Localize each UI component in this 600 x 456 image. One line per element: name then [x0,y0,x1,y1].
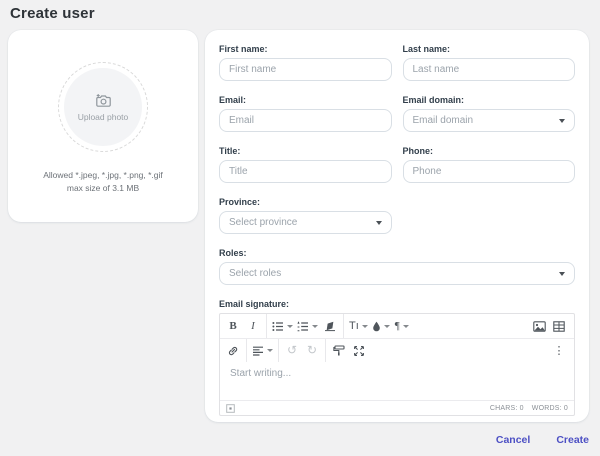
chevron-down-icon [312,325,318,328]
roles-select[interactable]: Select roles [219,262,575,285]
numbered-list-button[interactable] [295,316,320,336]
first-name-field-group: First name: [219,44,392,81]
resize-handle-icon[interactable] [226,404,235,413]
email-signature-field-group: Email signature: B I [219,299,575,416]
chevron-down-icon [362,325,368,328]
chevron-down-icon [559,272,565,276]
align-left-button[interactable] [250,341,275,361]
roles-label: Roles: [219,248,575,258]
insert-image-button[interactable] [529,316,549,336]
insert-table-button[interactable] [549,316,569,336]
email-domain-field-group: Email domain: Email domain [403,95,576,132]
create-user-form-card: First name: Last name: Email: Email doma… [205,30,589,422]
upload-hint-formats: Allowed *.jpeg, *.jpg, *.png, *.gif [8,169,198,182]
chevron-down-icon [376,221,382,225]
last-name-label: Last name: [403,44,576,54]
upload-photo-inner[interactable]: Upload photo [64,68,142,146]
editor-content-area[interactable]: Start writing... [220,362,574,400]
undo-button[interactable]: ↺ [282,341,302,361]
email-signature-editor: B I [219,313,575,416]
toolbar-group-text-style: B I [220,314,267,338]
email-domain-label: Email domain: [403,95,576,105]
first-name-label: First name: [219,44,392,54]
font-size-glyph: Tı [349,320,359,332]
province-placeholder: Select province [229,217,297,228]
italic-button[interactable]: I [243,316,263,336]
roles-field-group: Roles: Select roles [219,248,575,285]
email-domain-placeholder: Email domain [413,115,474,126]
title-label: Title: [219,146,392,156]
paragraph-icon: ¶ [395,320,400,332]
upload-hint: Allowed *.jpeg, *.jpg, *.png, *.gif max … [8,169,198,195]
format-painter-icon-button[interactable] [329,341,349,361]
upload-photo-card: Upload photo Allowed *.jpeg, *.jpg, *.pn… [8,30,198,222]
email-label: Email: [219,95,392,105]
last-name-input[interactable] [403,58,576,81]
toolbar-group-format: Tı ¶ [344,314,415,338]
last-name-field-group: Last name: [403,44,576,81]
paragraph-format-button[interactable]: ¶ [392,316,412,336]
toolbar-group-lists [267,314,344,338]
create-button[interactable]: Create [556,434,589,446]
char-count: CHARS: 0 [490,405,524,412]
chevron-down-icon [267,349,273,352]
font-size-button[interactable]: Tı [347,316,370,336]
cancel-button[interactable]: Cancel [496,434,530,446]
chevron-down-icon [287,325,293,328]
phone-field-group: Phone: [403,146,576,183]
redo-button[interactable]: ↻ [302,341,322,361]
chevron-down-icon [403,325,409,328]
toolbar-group-more: ⋮ [546,339,574,362]
word-count: WORDS: 0 [532,405,568,412]
upload-photo-label: Upload photo [78,112,129,122]
chevron-down-icon [559,119,565,123]
more-options-button[interactable]: ⋮ [549,341,569,361]
toolbar-group-tools [326,339,372,362]
email-domain-select[interactable]: Email domain [403,109,576,132]
title-field-group: Title: [219,146,392,183]
text-color-button[interactable] [370,316,392,336]
toolbar-group-link [220,339,247,362]
province-label: Province: [219,197,392,207]
footer-actions: Cancel Create [496,434,589,446]
toolbar-group-align [247,339,279,362]
insert-link-button[interactable] [223,341,243,361]
add-photo-camera-icon [95,93,112,108]
phone-label: Phone: [403,146,576,156]
editor-counters: CHARS: 0 WORDS: 0 [490,405,568,412]
eraser-icon-button[interactable] [320,316,340,336]
phone-input[interactable] [403,160,576,183]
title-input[interactable] [219,160,392,183]
chevron-down-icon [384,325,390,328]
province-select[interactable]: Select province [219,211,392,234]
email-signature-label: Email signature: [219,299,575,309]
upload-photo-dropzone[interactable]: Upload photo [58,62,148,152]
editor-toolbar-row-1: B I [220,314,574,338]
editor-toolbar-row-2: ↺ ↻ ⋮ [220,338,574,362]
upload-hint-size: max size of 3.1 MB [8,182,198,195]
province-field-group: Province: Select province [219,197,392,234]
email-field-group: Email: [219,95,392,132]
page-title: Create user [10,5,95,22]
bold-button[interactable]: B [223,316,243,336]
email-input[interactable] [219,109,392,132]
toolbar-group-insert [526,314,574,338]
first-name-input[interactable] [219,58,392,81]
editor-status-bar: CHARS: 0 WORDS: 0 [220,400,574,415]
roles-placeholder: Select roles [229,268,281,279]
toolbar-group-history: ↺ ↻ [279,339,326,362]
fullscreen-button[interactable] [349,341,369,361]
bullet-list-button[interactable] [270,316,295,336]
